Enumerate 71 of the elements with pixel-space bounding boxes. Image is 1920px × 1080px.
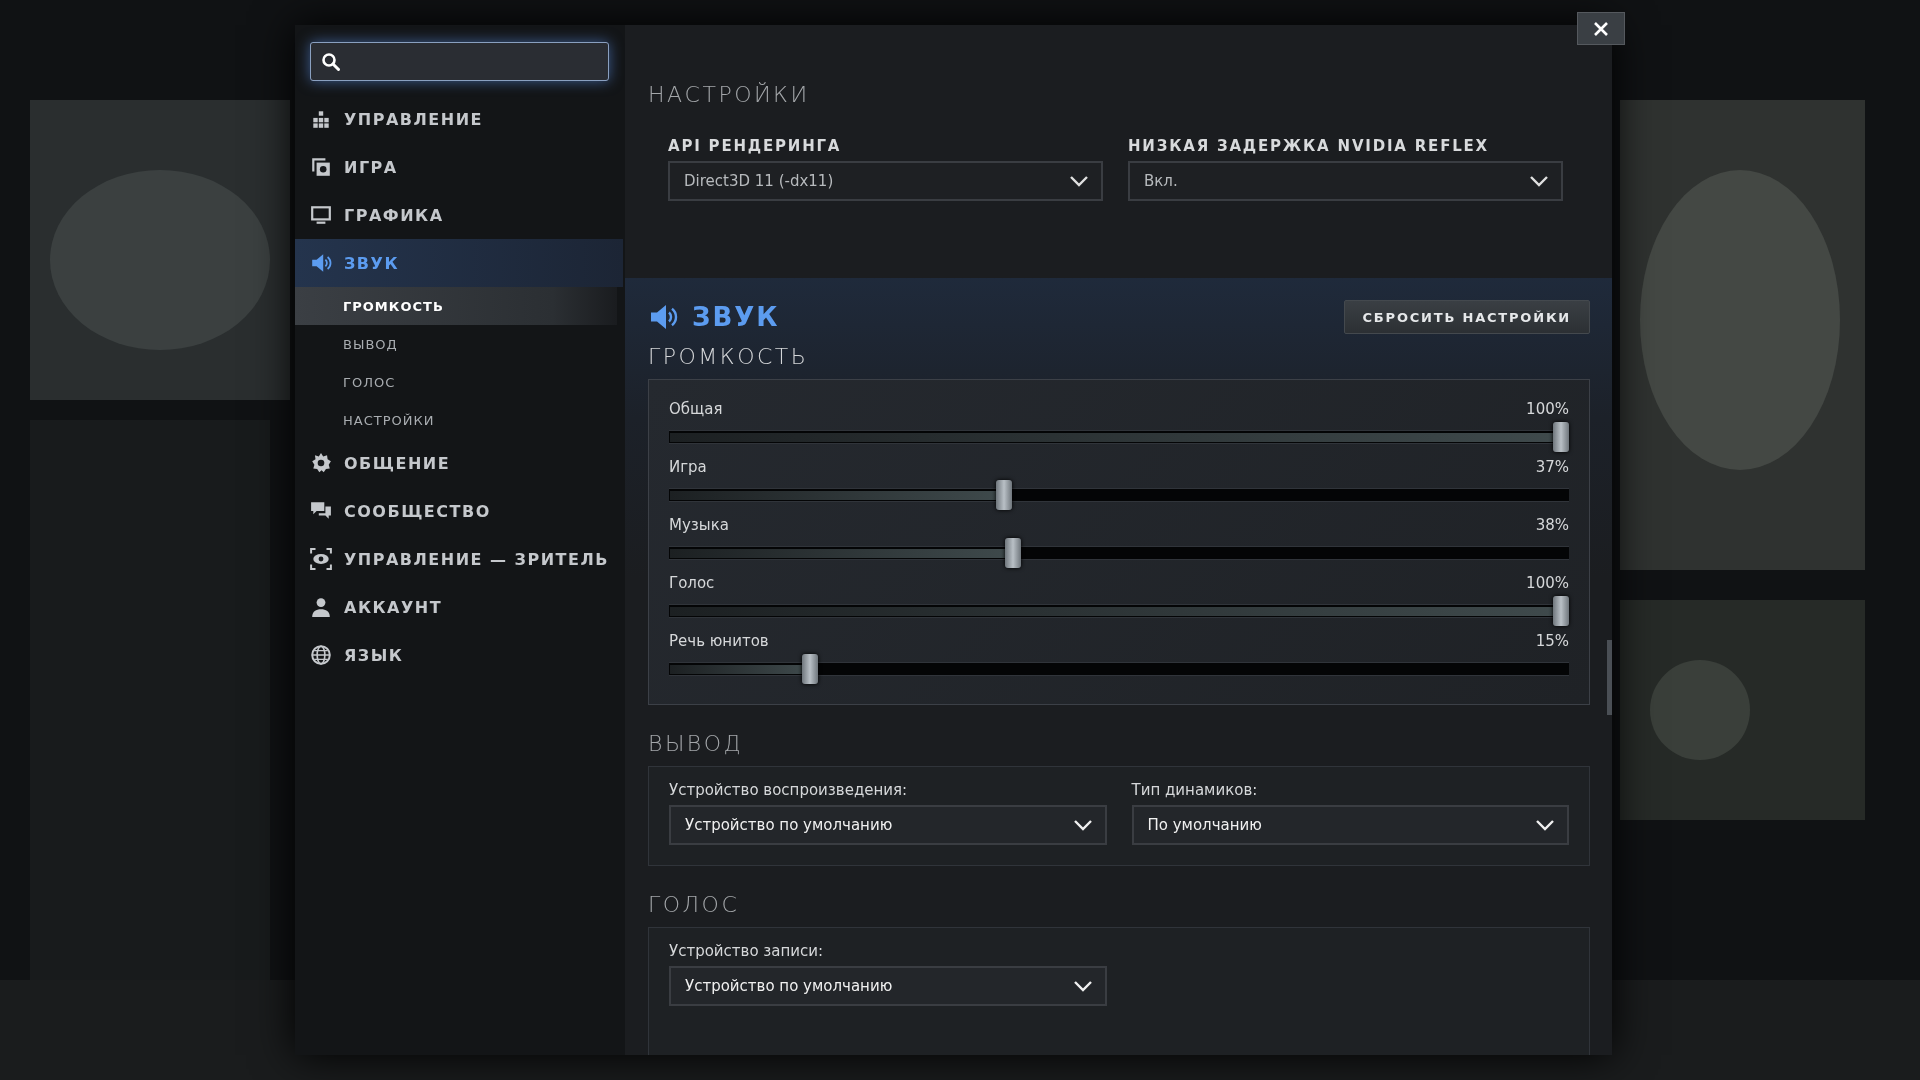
chevron-down-icon <box>1072 980 1093 992</box>
blocks-icon <box>310 108 332 130</box>
monitor-icon <box>310 204 332 226</box>
reset-settings-button[interactable]: СБРОСИТЬ НАСТРОЙКИ <box>1343 300 1590 334</box>
gear-window-icon <box>310 156 332 178</box>
slider-value: 100% <box>1526 400 1569 418</box>
speaker-icon <box>648 302 678 332</box>
sidebar-label: УПРАВЛЕНИЕ — ЗРИТЕЛЬ <box>344 549 609 569</box>
slider-label: Голос <box>669 574 715 592</box>
slider-thumb[interactable] <box>1553 422 1569 452</box>
chevron-down-icon <box>1529 175 1549 187</box>
section-title: ЗВУК <box>692 302 780 332</box>
sidebar-label: ИГРА <box>344 157 398 177</box>
slider-value: 38% <box>1535 516 1569 534</box>
slider-thumb[interactable] <box>1553 596 1569 626</box>
sidebar-label: УПРАВЛЕНИЕ <box>344 109 483 129</box>
field-label: API РЕНДЕРИНГА <box>668 137 843 155</box>
sidebar-label: АККАУНТ <box>344 597 443 617</box>
chevron-down-icon <box>1535 819 1555 831</box>
slider-label: Речь юнитов <box>669 632 769 650</box>
sidebar-label: СООБЩЕСТВО <box>344 501 491 521</box>
sidebar-subitem[interactable]: ВЫВОД <box>295 325 617 363</box>
slider-thumb[interactable] <box>801 654 818 684</box>
slider-label: Игра <box>669 458 707 476</box>
sidebar-item[interactable]: ГРАФИКА <box>295 191 623 239</box>
field-label: Устройство записи: <box>669 942 825 960</box>
speaker-icon <box>310 252 332 274</box>
field-label: НИЗКАЯ ЗАДЕРЖКА NVIDIA REFLEX <box>1128 137 1490 155</box>
close-button[interactable] <box>1577 12 1625 45</box>
sidebar-label: ОБЩЕНИЕ <box>344 453 451 473</box>
sidebar-item[interactable]: СООБЩЕСТВО <box>295 487 623 535</box>
sidebar-item[interactable]: УПРАВЛЕНИЕ <box>295 95 623 143</box>
sidebar-item[interactable]: ЯЗЫК <box>295 631 623 679</box>
dropdown[interactable]: Устройство по умолчанию <box>669 805 1107 845</box>
eye-icon <box>310 548 332 570</box>
field-label: Тип динамиков: <box>1131 781 1259 799</box>
slider-thumb[interactable] <box>996 480 1013 510</box>
sidebar-label: ЯЗЫК <box>344 645 404 665</box>
section-heading: НАСТРОЙКИ <box>648 82 811 107</box>
chevron-down-icon <box>1069 175 1089 187</box>
dropdown[interactable]: По умолчанию <box>1131 805 1569 845</box>
slider-value: 100% <box>1526 574 1569 592</box>
dropdown[interactable]: Вкл. <box>1128 161 1563 201</box>
sidebar-subitem[interactable]: ГОЛОС <box>295 363 617 401</box>
sidebar-item[interactable]: ОБЩЕНИЕ <box>295 439 623 487</box>
field-label: Устройство воспроизведения: <box>669 781 909 799</box>
section-heading: ГОЛОС <box>648 892 741 917</box>
sidebar-subitem[interactable]: ГРОМКОСТЬ <box>295 287 617 325</box>
close-icon <box>1593 20 1609 37</box>
slider-value: 37% <box>1535 458 1569 476</box>
search-icon <box>321 51 341 72</box>
sidebar-item[interactable]: АККАУНТ <box>295 583 623 631</box>
globe-icon <box>310 644 332 666</box>
person-icon <box>310 596 332 618</box>
gear-icon <box>310 452 332 474</box>
sidebar-item[interactable]: ЗВУК <box>295 239 623 287</box>
slider-label: Музыка <box>669 516 729 534</box>
slider-label: Общая <box>669 400 723 418</box>
sidebar-label: ЗВУК <box>344 253 399 273</box>
dropdown[interactable]: Устройство по умолчанию <box>669 966 1107 1006</box>
chevron-down-icon <box>1072 819 1093 831</box>
sidebar-label: ГРАФИКА <box>344 205 444 225</box>
sidebar-item[interactable]: УПРАВЛЕНИЕ — ЗРИТЕЛЬ <box>295 535 623 583</box>
sidebar-subitem[interactable]: НАСТРОЙКИ <box>295 401 617 439</box>
dropdown[interactable]: Direct3D 11 (-dx11) <box>668 161 1103 201</box>
search-field[interactable] <box>310 42 609 81</box>
section-heading: ГРОМКОСТЬ <box>648 344 810 369</box>
sidebar-item[interactable]: ИГРА <box>295 143 623 191</box>
slider-value: 15% <box>1535 632 1569 650</box>
section-heading: ВЫВОД <box>648 731 745 756</box>
slider-thumb[interactable] <box>1004 538 1021 568</box>
